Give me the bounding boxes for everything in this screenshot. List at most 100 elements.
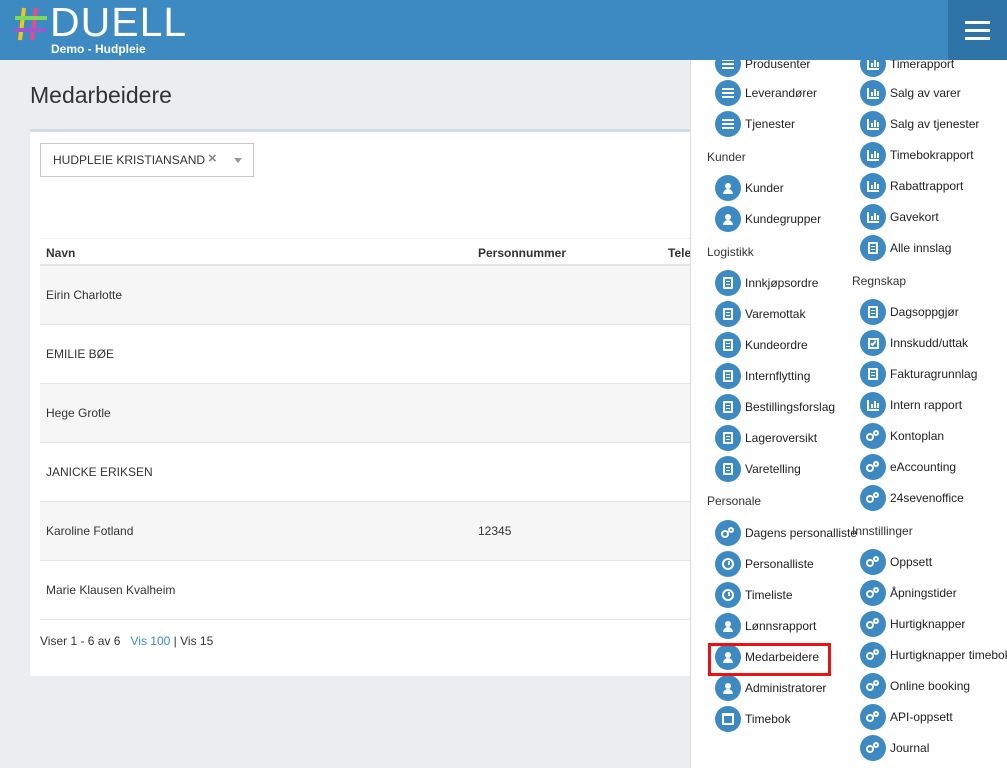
- chart-icon: [860, 142, 886, 168]
- menu-item-lonnsrapport[interactable]: Lønnsrapport: [715, 613, 816, 639]
- chevron-down-icon[interactable]: [234, 158, 242, 163]
- table-row[interactable]: EMILIE BØE: [40, 325, 710, 384]
- table-row[interactable]: Marie Klausen Kvalheim: [40, 561, 710, 620]
- menu-item-24sevenoffice[interactable]: 24sevenoffice: [860, 485, 964, 511]
- menu-item-produsenter[interactable]: Produsenter: [715, 60, 810, 77]
- menu-item-timerapport[interactable]: Timerapport: [860, 60, 954, 77]
- menu-item-rabattrapport[interactable]: Rabattrapport: [860, 173, 963, 199]
- menu-item-timebokrapport[interactable]: Timebokrapport: [860, 142, 974, 168]
- menu-item-online-booking[interactable]: Online booking: [860, 673, 970, 699]
- table-header: Navn Personnummer Tele: [40, 238, 710, 266]
- checkbox-icon: [860, 330, 886, 356]
- menu-item-personalliste[interactable]: Personalliste: [715, 551, 814, 577]
- menu-item-journal[interactable]: Journal: [860, 735, 929, 761]
- menu-item-label: Innkjøpsordre: [745, 276, 819, 290]
- employee-name[interactable]: Eirin Charlotte: [46, 288, 122, 302]
- menu-item-hurtigknapper[interactable]: Hurtigknapper: [860, 611, 965, 637]
- menu-item-innskudd-uttak[interactable]: Innskudd/uttak: [860, 330, 968, 356]
- menu-item-fakturagrunnlag[interactable]: Fakturagrunnlag: [860, 361, 977, 387]
- menu-item-salg-av-varer[interactable]: Salg av varer: [860, 80, 961, 106]
- hamburger-line: [965, 36, 990, 40]
- menu-item-kundeordre[interactable]: Kundeordre: [715, 332, 808, 358]
- document-icon: [715, 456, 741, 482]
- menu-item-gavekort[interactable]: Gavekort: [860, 204, 939, 230]
- document-icon: [715, 332, 741, 358]
- employee-name[interactable]: Hege Grotle: [46, 406, 111, 420]
- column-header-personnummer[interactable]: Personnummer: [478, 246, 566, 260]
- logo-subtitle: Demo - Hudpleie: [51, 42, 146, 56]
- menu-item-label: Kunder: [745, 181, 784, 195]
- table-row[interactable]: Hege Grotle: [40, 384, 710, 443]
- gears-icon: [860, 611, 886, 637]
- hamburger-line: [965, 20, 990, 24]
- menu-item-label: Leverandører: [745, 86, 818, 100]
- menu-item-oppsett[interactable]: Oppsett: [860, 549, 932, 575]
- list-icon: [715, 80, 741, 106]
- document-icon: [860, 361, 886, 387]
- table-row[interactable]: JANICKE ERIKSEN: [40, 443, 710, 502]
- page-title: Medarbeidere: [30, 82, 172, 108]
- gears-icon: [860, 549, 886, 575]
- clear-selection-icon[interactable]: ×: [208, 150, 217, 167]
- menu-item-apningstider[interactable]: Åpningstider: [860, 580, 957, 606]
- gears-icon: [860, 642, 886, 668]
- menu-item-label: Kontoplan: [890, 429, 945, 443]
- menu-item-alle-innslag[interactable]: Alle innslag: [860, 235, 951, 261]
- employee-name[interactable]: Karoline Fotland: [46, 524, 133, 538]
- menu-item-dagsoppgjor[interactable]: Dagsoppgjør: [860, 299, 959, 325]
- menu-item-label: Bestillingsforslag: [745, 400, 836, 414]
- menu-item-eaccounting[interactable]: eAccounting: [860, 454, 956, 480]
- hamburger-menu-button[interactable]: [948, 0, 1007, 60]
- clock-icon: [715, 551, 741, 577]
- show-100-link[interactable]: Vis 100: [131, 634, 171, 648]
- column-header-navn[interactable]: Navn: [46, 246, 75, 260]
- document-icon: [715, 301, 741, 327]
- document-icon: [715, 270, 741, 296]
- menu-item-kunder[interactable]: Kunder: [715, 175, 784, 201]
- menu-item-varemottak[interactable]: Varemottak: [715, 301, 805, 327]
- menu-item-intern-rapport[interactable]: Intern rapport: [860, 392, 962, 418]
- menu-item-kontoplan[interactable]: Kontoplan: [860, 423, 944, 449]
- menu-item-label: Åpningstider: [890, 586, 957, 600]
- menu-item-bestillingsforslag[interactable]: Bestillingsforslag: [715, 394, 835, 420]
- menu-item-dagens-personalliste[interactable]: Dagens personalliste: [715, 520, 857, 546]
- menu-item-label: Innskudd/uttak: [890, 336, 969, 350]
- menu-item-varetelling[interactable]: Varetelling: [715, 456, 801, 482]
- employee-name[interactable]: Marie Klausen Kvalheim: [46, 583, 175, 597]
- department-select-value: HUDPLEIE KRISTIANSAND: [53, 153, 206, 167]
- column-header-telefon[interactable]: Tele: [668, 246, 691, 260]
- menu-item-label: Kundegrupper: [745, 212, 822, 226]
- logo-text[interactable]: DUELL: [50, 0, 187, 44]
- menu-item-kundegrupper[interactable]: Kundegrupper: [715, 206, 821, 232]
- employee-name[interactable]: JANICKE ERIKSEN: [46, 465, 153, 479]
- pagination: Viser 1 - 6 av 6 Vis 100 | Vis 15: [40, 634, 213, 648]
- menu-item-leverandorer[interactable]: Leverandører: [715, 80, 817, 106]
- pagination-separator: |: [173, 634, 177, 648]
- menu-item-lageroversikt[interactable]: Lageroversikt: [715, 425, 817, 451]
- menu-item-label: Hurtigknapper: [890, 617, 966, 631]
- menu-item-timebok[interactable]: Timebok: [715, 706, 791, 732]
- menu-item-salg-av-tjenester[interactable]: Salg av tjenester: [860, 111, 979, 137]
- menu-item-api-oppsett[interactable]: API-oppsett: [860, 704, 953, 730]
- menu-item-label: Lageroversikt: [745, 431, 818, 445]
- section-heading-regnskap: Regnskap: [852, 274, 907, 288]
- menu-item-tjenester[interactable]: Tjenester: [715, 111, 795, 137]
- menu-item-innkjopsordre[interactable]: Innkjøpsordre: [715, 270, 818, 296]
- table-row[interactable]: Eirin Charlotte: [40, 266, 710, 325]
- menu-item-label: Lønnsrapport: [745, 619, 817, 633]
- document-icon: [715, 363, 741, 389]
- menu-item-hurtigknapper-timebok[interactable]: Hurtigknapper timebok: [860, 642, 1007, 668]
- menu-item-label: Dagens personalliste: [745, 526, 858, 540]
- menu-item-internflytting[interactable]: Internflytting: [715, 363, 810, 389]
- menu-item-label: Oppsett: [890, 555, 933, 569]
- gears-icon: [860, 704, 886, 730]
- table-row[interactable]: Karoline Fotland 12345: [40, 502, 710, 561]
- department-select[interactable]: HUDPLEIE KRISTIANSAND ×: [40, 143, 254, 177]
- employee-name[interactable]: EMILIE BØE: [46, 347, 114, 361]
- show-15-link[interactable]: Vis 15: [180, 634, 213, 648]
- menu-item-administratorer[interactable]: Administratorer: [715, 675, 826, 701]
- menu-item-label: Gavekort: [890, 210, 939, 224]
- menu-item-timeliste[interactable]: Timeliste: [715, 582, 793, 608]
- users-icon: [715, 613, 741, 639]
- users-icon: [715, 675, 741, 701]
